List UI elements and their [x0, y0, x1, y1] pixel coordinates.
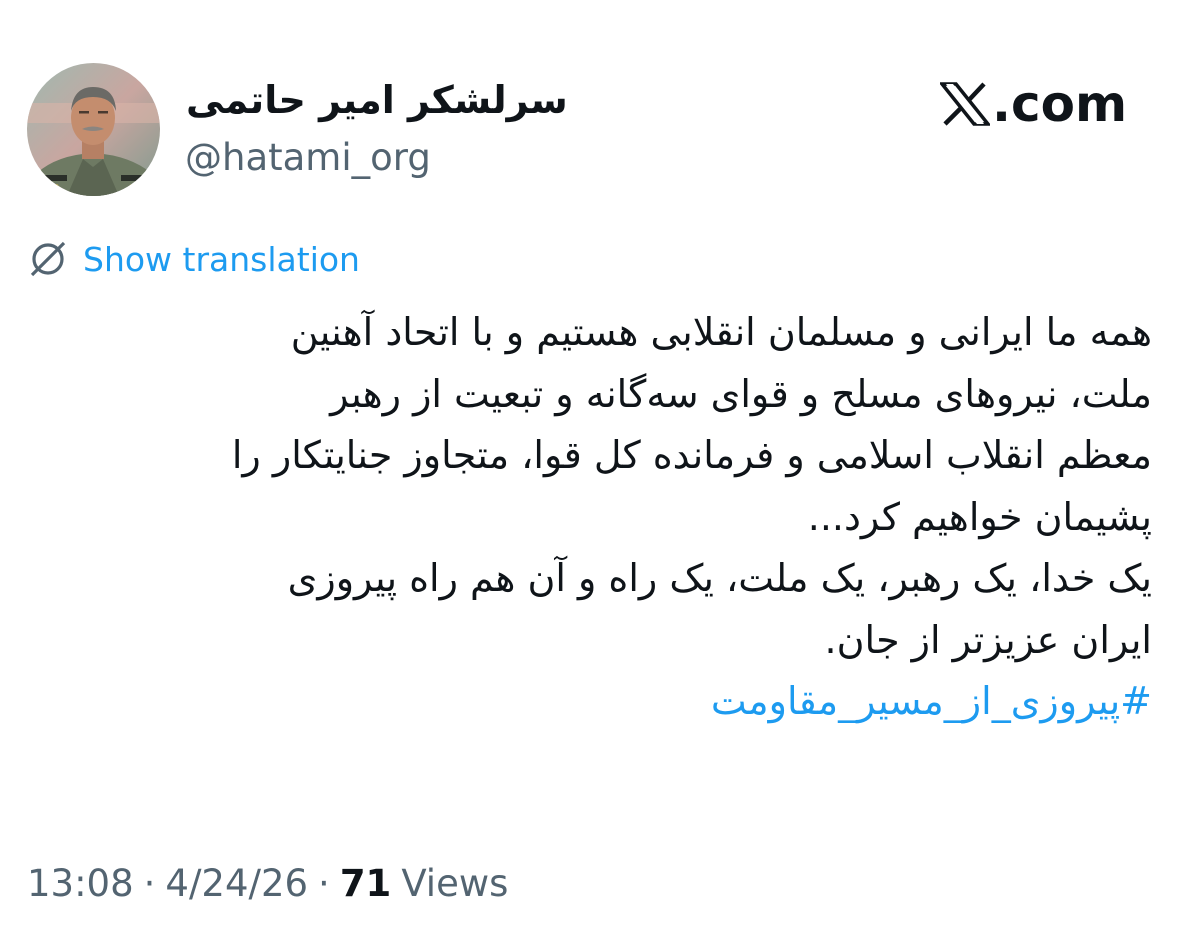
site-name-suffix: .com	[992, 75, 1128, 133]
globe-icon	[30, 241, 66, 277]
show-translation-label: Show translation	[83, 239, 360, 279]
tweet-line: معظم انقلاب اسلامی و فرمانده کل قوا، متج…	[231, 433, 1152, 477]
user-handle[interactable]: @hatami_org	[185, 136, 431, 179]
hashtag-link[interactable]: #پیروزی_از_مسیر_مقاومت	[27, 671, 1152, 733]
avatar[interactable]	[27, 63, 160, 196]
site-logo: .com	[940, 78, 1127, 130]
tweet-line: ملت، نیروهای مسلح و قوای سه‌گانه و تبعیت…	[330, 371, 1152, 416]
tweet-line: پشیمان خواهیم کرد...	[807, 494, 1152, 539]
tweet-line: یک خدا، یک رهبر، یک ملت، یک راه و آن هم …	[287, 556, 1152, 600]
tweet-line: ایران عزیزتر از جان.	[824, 617, 1153, 662]
tweet-text: همه ما ایرانی و مسلمان انقلابی هستیم و ب…	[27, 302, 1152, 733]
tweet-line: همه ما ایرانی و مسلمان انقلابی هستیم و ب…	[290, 310, 1152, 354]
display-name[interactable]: سرلشکر امیر حاتمی	[186, 78, 568, 122]
tweet-meta: 13:08 · 4/24/26 · 71 Views	[27, 862, 508, 905]
meta-separator: ·	[318, 862, 330, 905]
x-logo-icon	[940, 82, 990, 126]
meta-separator: ·	[143, 862, 156, 905]
show-translation-button[interactable]: Show translation	[27, 238, 360, 280]
profile-photo	[27, 63, 160, 196]
tweet-time[interactable]: 13:08	[27, 862, 134, 905]
tweet-date[interactable]: 4/24/26	[165, 862, 308, 905]
views-label: Views	[401, 862, 509, 905]
views-count[interactable]: 71	[340, 862, 392, 905]
